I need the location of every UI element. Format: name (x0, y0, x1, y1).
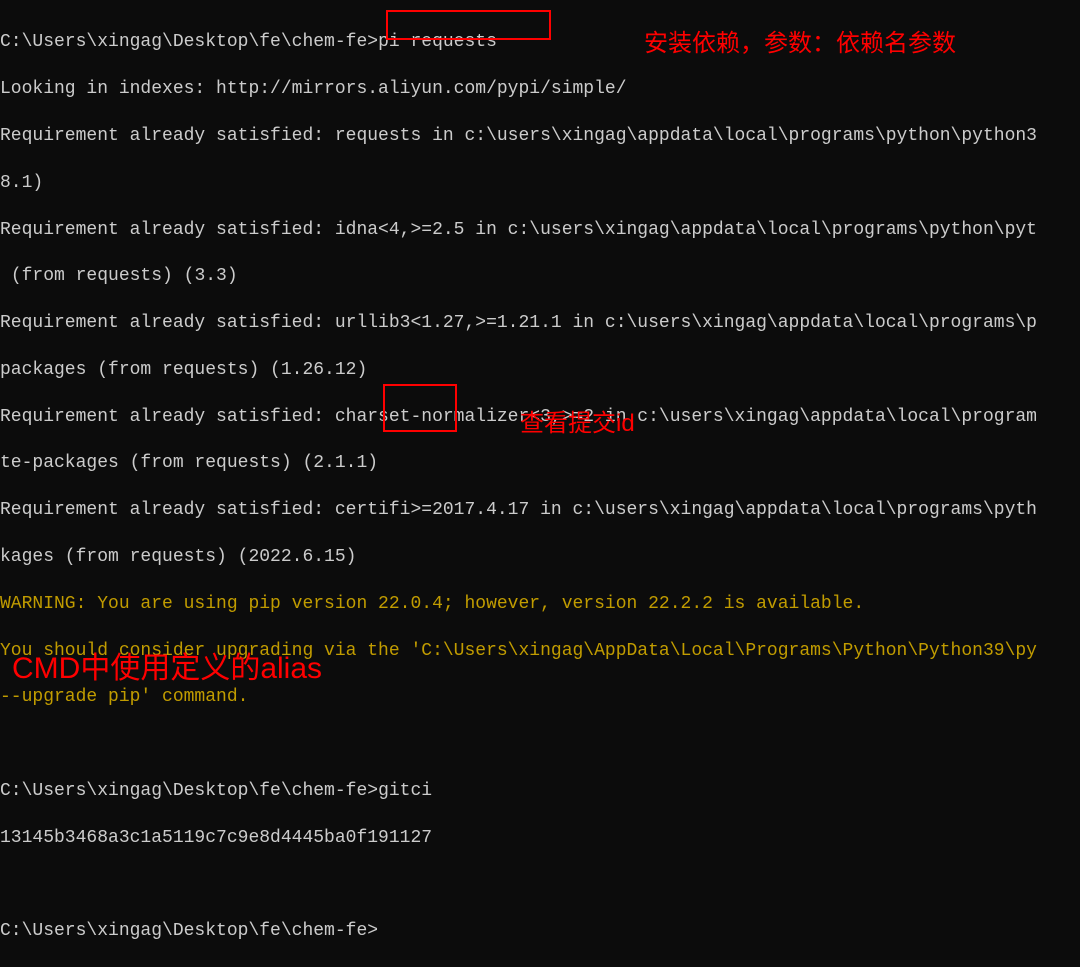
output-line: (from requests) (3.3) (0, 265, 1080, 288)
output-line: Requirement already satisfied: urllib3<1… (0, 312, 1080, 335)
output-line: Requirement already satisfied: certifi>=… (0, 499, 1080, 522)
command-line-2[interactable]: C:\Users\xingag\Desktop\fe\chem-fe>gitci (0, 780, 1080, 803)
output-line: Requirement already satisfied: idna<4,>=… (0, 219, 1080, 242)
output-line: kages (from requests) (2022.6.15) (0, 546, 1080, 569)
output-line: 13145b3468a3c1a5119c7c9e8d4445ba0f191127 (0, 827, 1080, 850)
output-line: te-packages (from requests) (2.1.1) (0, 452, 1080, 475)
command-text: gitci (378, 781, 432, 801)
command-line-1[interactable]: C:\Users\xingag\Desktop\fe\chem-fe>pi re… (0, 31, 1080, 54)
blank-line (0, 733, 1080, 756)
output-line: Requirement already satisfied: charset-n… (0, 406, 1080, 429)
terminal-output: C:\Users\xingag\Desktop\fe\chem-fe>pi re… (0, 0, 1080, 967)
blank-line (0, 873, 1080, 896)
output-line: Requirement already satisfied: requests … (0, 125, 1080, 148)
command-line-3[interactable]: C:\Users\xingag\Desktop\fe\chem-fe> (0, 920, 1080, 943)
output-line: Looking in indexes: http://mirrors.aliyu… (0, 78, 1080, 101)
warning-line: --upgrade pip' command. (0, 686, 1080, 709)
command-text: pi requests (378, 32, 497, 52)
output-line: packages (from requests) (1.26.12) (0, 359, 1080, 382)
prompt: C:\Users\xingag\Desktop\fe\chem-fe> (0, 32, 378, 52)
warning-line: WARNING: You are using pip version 22.0.… (0, 593, 1080, 616)
annotation-cmd-alias: CMD中使用定义的alias (12, 649, 322, 688)
prompt: C:\Users\xingag\Desktop\fe\chem-fe> (0, 921, 378, 941)
output-line: 8.1) (0, 172, 1080, 195)
prompt: C:\Users\xingag\Desktop\fe\chem-fe> (0, 781, 378, 801)
